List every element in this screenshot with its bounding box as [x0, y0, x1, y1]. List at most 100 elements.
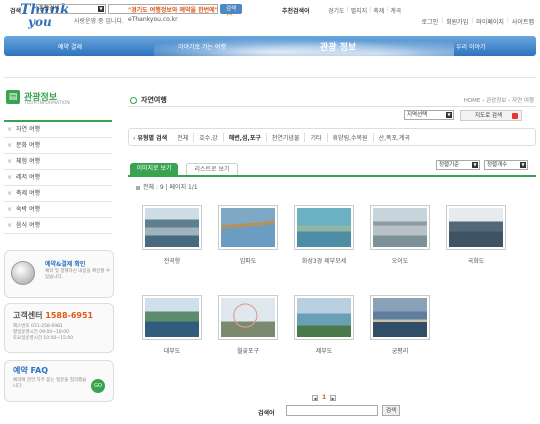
photo	[145, 298, 199, 337]
main-nav: 예약 결제 이야기로 가는 여행 관광 정보 우리 이야기	[4, 36, 536, 56]
recommended-keywords: 경기도 | 펼지지 | 축제 | 계곡	[328, 6, 402, 15]
page-number-current[interactable]: 1	[322, 394, 326, 401]
sidebar-item-nature[interactable]: 자연 여행	[4, 122, 112, 138]
tab-image-view[interactable]: 이미지로 보기	[130, 163, 178, 175]
saturday-hours: 토요일운영시간 10:00~15:00	[13, 336, 74, 341]
sort-criteria-value: 정렬기준	[439, 162, 460, 168]
nav-item-tour-info[interactable]: 관광 정보	[320, 40, 356, 53]
bottom-search-button[interactable]: 검색	[382, 405, 400, 416]
bell-icon	[11, 261, 35, 285]
item-caption[interactable]: 오이도	[360, 256, 440, 265]
sidebar-menu: 자연 여행 문화 여행 체험 여행 레저 여행 축제 여행 숙박 여행 음식 여…	[4, 120, 112, 234]
chevron-down-icon: ▼	[472, 162, 478, 168]
filter-label: 유형별 검색	[133, 133, 167, 142]
chevron-down-icon: ▼	[98, 6, 104, 12]
sidebar-item-experience[interactable]: 체험 여행	[4, 154, 112, 170]
map-pin-icon	[512, 113, 518, 119]
search-type-value: 통합검색	[39, 6, 60, 12]
item-caption[interactable]: 화성3경 제부모세	[284, 256, 364, 265]
filter-forest[interactable]: 휴양림,수목원	[326, 132, 373, 142]
item-thumbnail[interactable]	[294, 295, 354, 340]
item-thumbnail[interactable]	[142, 205, 202, 250]
header-tagline: 사랑운영 중 입니다.	[74, 18, 124, 25]
pagination: ◀ 1 ▶	[312, 394, 337, 401]
map-search-button[interactable]: 지도로 검색	[460, 110, 522, 121]
page-title: 자연여행	[130, 95, 167, 105]
nav-item-our-story[interactable]: 우리 이야기	[456, 42, 486, 51]
next-page-button[interactable]: ▶	[330, 394, 337, 401]
search-button[interactable]: 검색	[220, 4, 242, 14]
item-caption[interactable]: 입파도	[208, 256, 288, 265]
bottom-search-label: 검색어	[258, 410, 275, 417]
sidebar-item-lodging[interactable]: 숙박 여행	[4, 202, 112, 218]
filter-natural-monument[interactable]: 천연기념물	[265, 132, 305, 142]
login-link[interactable]: 로그인	[422, 17, 439, 26]
sitemap-link[interactable]: 사이트맵	[512, 17, 534, 26]
customer-center-title: 고객센터 1588-6951	[13, 311, 94, 320]
nav-item-story-travel[interactable]: 이야기로 가는 여행	[178, 42, 226, 51]
sidebar-subtitle: TOUR INFORMATION	[24, 101, 70, 106]
item-thumbnail[interactable]	[370, 295, 430, 340]
result-count: 전체 : 9 | 페이지 1/1	[136, 182, 198, 191]
item-thumbnail[interactable]	[218, 295, 278, 340]
item-caption[interactable]: 월곶포구	[208, 346, 288, 355]
tab-list-view[interactable]: 리스트로 보기	[186, 163, 238, 175]
bottom-search-input[interactable]	[286, 405, 378, 416]
customer-center-phone: 1588-6951	[45, 311, 94, 320]
sidebar-item-festival[interactable]: 축제 여행	[4, 186, 112, 202]
search-type-select[interactable]: 통합검색 ▼	[36, 4, 106, 14]
item-caption[interactable]: 국화도	[436, 256, 516, 265]
photo	[449, 208, 503, 247]
item-thumbnail[interactable]	[446, 205, 506, 250]
item-thumbnail[interactable]	[294, 205, 354, 250]
item-caption[interactable]: 궁평리	[360, 346, 440, 355]
sort-count-select[interactable]: 정렬개수 ▼	[484, 160, 528, 170]
type-filter-bar: 유형별 검색 전체 호수,강 해변,섬,포구 천연기념물 기타 휴양림,수목원 …	[128, 128, 536, 146]
search-bar	[4, 58, 536, 78]
tab-underline	[128, 175, 536, 177]
mypage-link[interactable]: 마이페이지	[476, 17, 504, 26]
filter-beach-island[interactable]: 해변,섬,포구	[222, 132, 266, 142]
booking-check-box[interactable]: 예약&결제 확인 예약 및 결제하신 내용을 확인할 수 있습니다.	[4, 250, 114, 298]
utility-links: 로그인 | 회원가입 | 마이페이지 | 사이트맵	[421, 17, 534, 26]
recommended-keyword[interactable]: 계곡	[390, 6, 401, 15]
go-button[interactable]: GO	[91, 379, 105, 393]
title-divider	[128, 106, 536, 107]
filter-lake-river[interactable]: 호수,강	[193, 132, 222, 142]
item-caption[interactable]: 대부도	[132, 346, 212, 355]
recommended-keyword[interactable]: 축제	[373, 6, 384, 15]
search-label: 검색	[10, 8, 22, 15]
sidebar-item-leisure[interactable]: 레저 여행	[4, 170, 112, 186]
item-caption[interactable]: 전곡항	[132, 256, 212, 265]
faq-title: 예약 FAQ	[13, 366, 49, 375]
book-icon: ▤	[6, 90, 20, 104]
photo	[221, 208, 275, 247]
booking-check-desc: 예약 및 결제하신 내용을 확인할 수 있습니다.	[45, 269, 111, 280]
recommended-keyword[interactable]: 경기도	[328, 6, 345, 15]
nav-item-booking[interactable]: 예약 결제	[58, 42, 82, 51]
prev-page-button[interactable]: ◀	[312, 394, 318, 401]
region-select[interactable]: 지역선택 ▼	[404, 110, 454, 120]
faq-desc: 예약에 관한 자주 묻는 질문을 정리했습니다.	[13, 378, 87, 389]
photo	[373, 298, 427, 337]
filter-all[interactable]: 전체	[172, 133, 193, 142]
photo	[297, 208, 351, 247]
signup-link[interactable]: 회원가입	[446, 17, 468, 26]
filter-etc[interactable]: 기타	[304, 132, 326, 142]
recommended-keyword[interactable]: 펼지지	[351, 6, 368, 15]
item-thumbnail[interactable]	[142, 295, 202, 340]
search-input[interactable]	[108, 4, 218, 14]
sidebar-item-food[interactable]: 음식 여행	[4, 218, 112, 234]
customer-center-box: 고객센터 1588-6951 팩스번호 031-258-6981 평일운영시간 …	[4, 303, 114, 353]
item-thumbnail[interactable]	[218, 205, 278, 250]
faq-box[interactable]: 예약 FAQ 예약에 관한 자주 묻는 질문을 정리했습니다. GO	[4, 360, 114, 402]
map-search-label: 지도로 검색	[475, 113, 503, 119]
item-caption[interactable]: 제부도	[284, 346, 364, 355]
customer-center-info: 팩스번호 031-258-6981 평일운영시간 09:00~18:00 토요일…	[13, 324, 73, 342]
filter-mountain-valley[interactable]: 산,폭포,계곡	[372, 132, 415, 142]
sort-criteria-select[interactable]: 정렬기준 ▼	[436, 160, 480, 170]
region-select-value: 지역선택	[407, 112, 428, 118]
sidebar-item-culture[interactable]: 문화 여행	[4, 138, 112, 154]
item-thumbnail[interactable]	[370, 205, 430, 250]
photo	[145, 208, 199, 247]
